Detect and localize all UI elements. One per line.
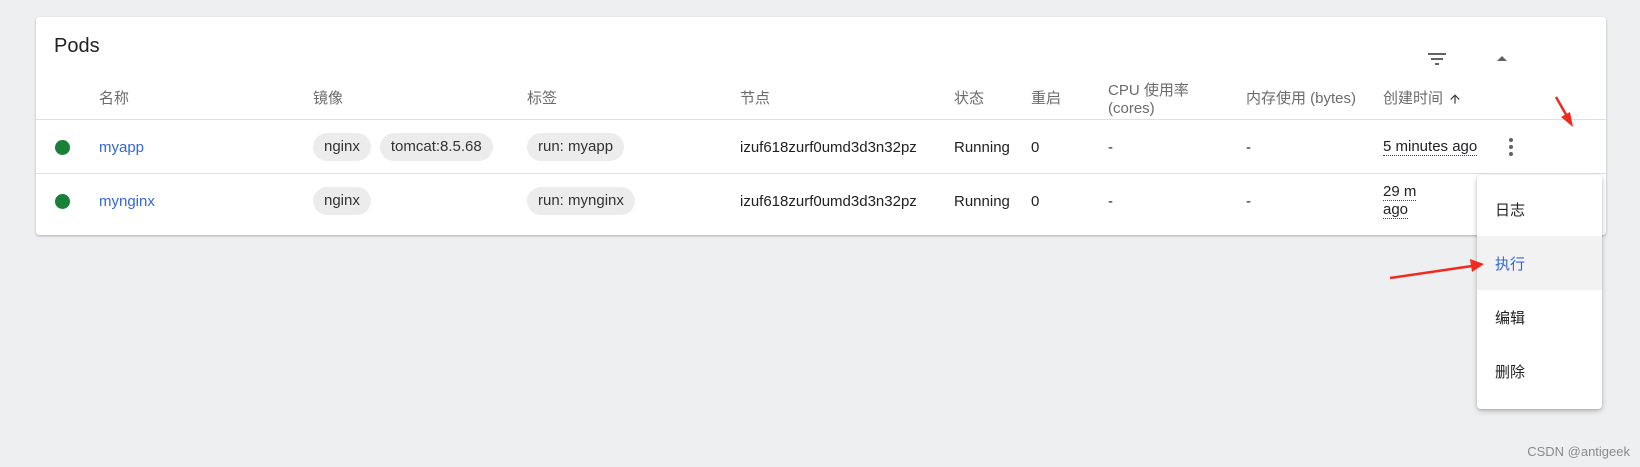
- card-title: Pods: [54, 35, 100, 57]
- menu-item-edit[interactable]: 编辑: [1477, 290, 1602, 344]
- status-ok-icon: [55, 139, 70, 155]
- column-header-cpu: CPU 使用率 (cores): [1108, 82, 1189, 118]
- pods-card: Pods 名称 镜像 标签 节点 状态 重启 CPU 使用率 (cores) 内…: [36, 17, 1606, 235]
- column-header-cpu-line2: (cores): [1108, 100, 1155, 117]
- more-vert-icon[interactable]: [1499, 135, 1523, 159]
- arrow-up-sort-icon: [1450, 94, 1460, 104]
- cpu-cell: -: [1108, 138, 1113, 156]
- column-header-created-label: 创建时间: [1383, 90, 1444, 107]
- menu-item-logs[interactable]: 日志: [1477, 182, 1602, 236]
- table-row: mynginx nginx run: mynginx izuf618zurf0u…: [36, 173, 1606, 228]
- memory-cell: -: [1246, 192, 1251, 210]
- column-header-memory: 内存使用 (bytes): [1246, 90, 1357, 107]
- status-cell: Running: [954, 192, 1010, 210]
- created-time-line2: ago: [1383, 201, 1409, 219]
- image-chip: nginx: [313, 187, 371, 215]
- arrow-up-icon[interactable]: [1490, 47, 1514, 71]
- node-cell: izuf618zurf0umd3d3n32pz: [740, 138, 917, 156]
- column-header-status: 状态: [954, 90, 985, 107]
- created-time: 29 m ago: [1383, 174, 1417, 228]
- restarts-cell: 0: [1031, 192, 1040, 210]
- annotation-arrow-exec: [1389, 259, 1484, 280]
- created-time: 5 minutes ago: [1383, 138, 1478, 156]
- filter-list-icon[interactable]: [1425, 47, 1449, 71]
- column-header-name[interactable]: 名称: [99, 90, 129, 108]
- image-chip: nginx: [313, 133, 371, 161]
- status-cell: Running: [954, 138, 1010, 156]
- created-time-line1: 29 m: [1383, 183, 1417, 201]
- column-header-restarts: 重启: [1031, 90, 1062, 107]
- menu-item-exec[interactable]: 执行: [1477, 236, 1602, 290]
- status-ok-icon: [55, 193, 70, 209]
- row-actions-menu: 日志 执行 编辑 删除: [1477, 175, 1602, 409]
- column-header-created[interactable]: 创建时间: [1383, 90, 1462, 108]
- menu-item-delete[interactable]: 删除: [1477, 344, 1602, 398]
- restarts-cell: 0: [1031, 138, 1040, 156]
- pod-name-link[interactable]: mynginx: [99, 193, 155, 210]
- column-header-labels: 标签: [527, 90, 558, 107]
- label-chip: run: mynginx: [527, 187, 635, 215]
- cpu-cell: -: [1108, 192, 1113, 210]
- table-row: myapp nginx tomcat:8.5.68 run: myapp izu…: [36, 119, 1606, 174]
- node-cell: izuf618zurf0umd3d3n32pz: [740, 192, 917, 210]
- pod-name-link[interactable]: myapp: [99, 139, 144, 156]
- column-header-node[interactable]: 节点: [740, 90, 770, 108]
- column-header-cpu-line1: CPU 使用率: [1108, 82, 1189, 99]
- label-chip: run: myapp: [527, 133, 625, 161]
- memory-cell: -: [1246, 138, 1251, 156]
- watermark: CSDN @antigeek: [1527, 444, 1630, 459]
- image-chip: tomcat:8.5.68: [379, 133, 493, 161]
- column-header-images: 镜像: [313, 90, 344, 107]
